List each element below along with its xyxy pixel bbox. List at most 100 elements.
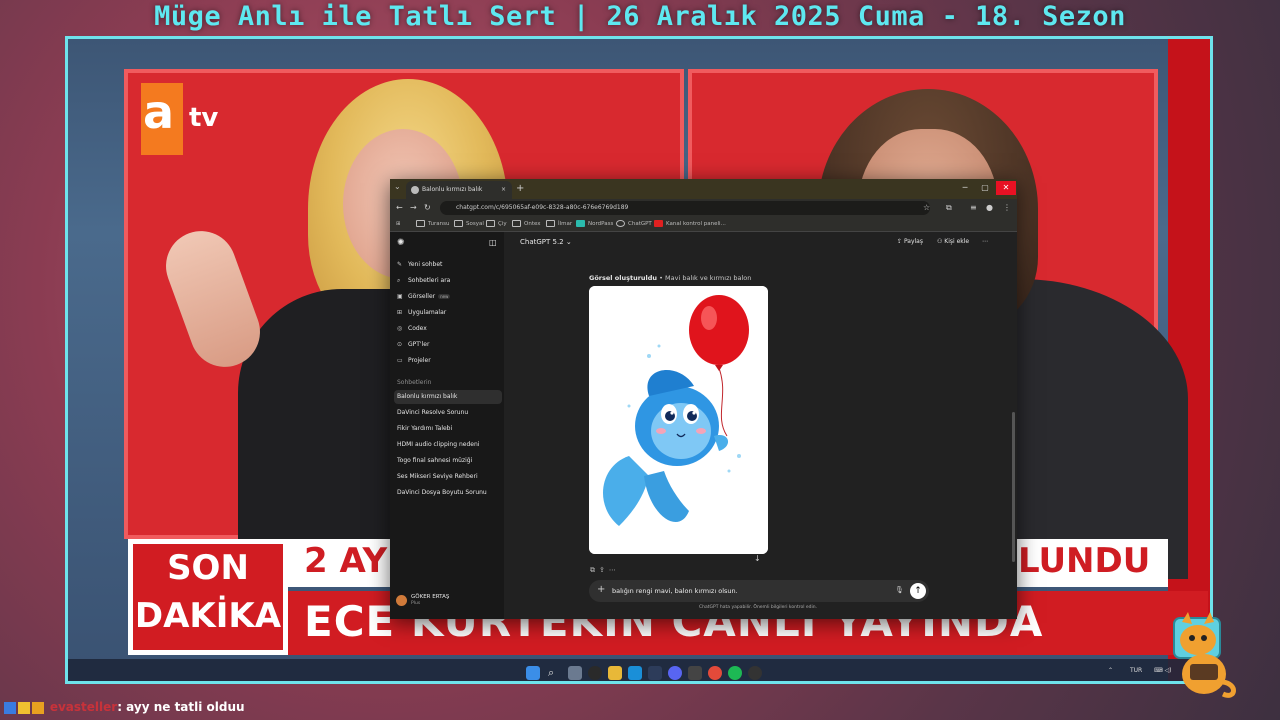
atv-logo: a tv bbox=[141, 83, 218, 155]
browser-tab[interactable]: Balonlu kırmızı balık × bbox=[406, 181, 512, 199]
discord-icon[interactable] bbox=[668, 666, 682, 680]
chat-item[interactable]: Balonlu kırmızı balık bbox=[397, 393, 457, 400]
language-indicator[interactable]: TUR bbox=[1130, 667, 1142, 674]
apps-grid-icon[interactable]: ⊞ bbox=[396, 217, 401, 231]
browser-menu-icon[interactable]: ⋮ bbox=[1003, 201, 1011, 215]
send-button[interactable]: ↑ bbox=[910, 583, 926, 599]
back-icon[interactable]: ← bbox=[396, 201, 403, 215]
mail-icon[interactable] bbox=[628, 666, 642, 680]
headline-top-left: 2 AY bbox=[304, 541, 388, 581]
chat-item[interactable]: DaVinci Resolve Sorunu bbox=[397, 409, 468, 416]
browser-window[interactable]: ⌄ Balonlu kırmızı balık × + ─ ▢ ✕ ← → ↻ … bbox=[390, 179, 1017, 619]
chat-item[interactable]: Fikir Yardımı Talebi bbox=[397, 425, 452, 432]
microphone-icon[interactable]: 🎙 bbox=[895, 586, 904, 594]
minimize-icon[interactable]: ─ bbox=[955, 181, 975, 195]
tab-search-icon[interactable]: ⌄ bbox=[394, 182, 401, 191]
steam-icon[interactable] bbox=[648, 666, 662, 680]
new-tag: new bbox=[438, 294, 451, 299]
close-window-icon[interactable]: ✕ bbox=[996, 181, 1016, 195]
bookmark-folder[interactable]: Turansu bbox=[416, 217, 449, 231]
generated-image[interactable] bbox=[589, 286, 768, 554]
bookmark-chatgpt[interactable]: ChatGPT bbox=[616, 217, 652, 231]
crown-badge-icon bbox=[32, 701, 44, 714]
cat-mascot-illustration bbox=[1173, 612, 1236, 698]
app-icon[interactable] bbox=[688, 666, 702, 680]
address-bar: ← → ↻ chatgpt.com/c/695065af-e09c-8328-a… bbox=[390, 199, 1017, 217]
bookmark-channel-panel[interactable]: Kanal kontrol paneli... bbox=[654, 217, 726, 231]
folder-icon: ▭ bbox=[397, 357, 403, 364]
share-icon[interactable]: ⇪ bbox=[599, 566, 609, 574]
image-actions: ⧉⇪⋯ bbox=[590, 566, 620, 575]
chrome-icon[interactable] bbox=[708, 666, 722, 680]
bookmark-folder[interactable]: Ontex bbox=[512, 217, 541, 231]
start-icon[interactable] bbox=[526, 666, 540, 680]
search-icon: ⌕ bbox=[397, 277, 401, 284]
extensions-icon[interactable]: ⧉ bbox=[946, 201, 952, 215]
url-field[interactable]: chatgpt.com/c/695065af-e09c-8328-a80c-67… bbox=[440, 201, 930, 215]
windows-taskbar: ⌕ ⌃ TUR ⌨ ◁) bbox=[68, 659, 1210, 681]
new-tab-icon[interactable]: + bbox=[516, 181, 524, 197]
chat-scrollbar[interactable] bbox=[1012, 412, 1015, 562]
scroll-down-icon[interactable]: ↓ bbox=[754, 554, 761, 563]
add-person-button[interactable]: ⚇ Kişi ekle bbox=[937, 238, 969, 245]
image-generated-label: Görsel oluşturuldu • Mavi balık ve kırmı… bbox=[589, 274, 752, 282]
copy-icon[interactable]: ⧉ bbox=[590, 566, 599, 574]
spotify-icon[interactable] bbox=[728, 666, 742, 680]
tab-title: Balonlu kırmızı balık bbox=[422, 186, 483, 193]
user-plan: Plus bbox=[411, 601, 421, 606]
search-taskbar-icon[interactable]: ⌕ bbox=[548, 666, 562, 680]
settings-icon[interactable] bbox=[568, 666, 582, 680]
tab-favicon-icon bbox=[411, 186, 419, 194]
bookmark-nordpass[interactable]: NordPass bbox=[576, 217, 613, 231]
breaking-news-badge: SON DAKİKA bbox=[128, 539, 288, 655]
openai-logo-icon[interactable]: ✺ bbox=[397, 238, 405, 248]
file-explorer-icon[interactable] bbox=[608, 666, 622, 680]
model-selector[interactable]: ChatGPT 5.2 ⌄ bbox=[520, 238, 572, 246]
bookmark-folder[interactable]: Çiy bbox=[486, 217, 507, 231]
sidebar-item-images[interactable]: ▣ Görseller new bbox=[397, 293, 451, 300]
chat-username[interactable]: evasteller bbox=[50, 700, 117, 714]
badge-icon bbox=[4, 701, 16, 714]
share-button[interactable]: ⇪ Paylaş bbox=[897, 238, 923, 245]
video-frame: a tv 2 AY LUNDU ECE KÜRTEKİN CANLI YAYIN… bbox=[65, 36, 1213, 684]
gpts-icon: ⊙ bbox=[397, 341, 403, 348]
edit-icon: ✎ bbox=[397, 261, 403, 268]
bookmark-folder[interactable]: İlmar bbox=[546, 217, 572, 231]
media-icon[interactable]: ≡ bbox=[970, 201, 977, 215]
message-composer[interactable]: + balığın rengi mavi, balon kırmızı olsu… bbox=[589, 580, 929, 602]
sidebar-toggle-icon[interactable]: ◫ bbox=[489, 238, 497, 247]
headline-top-right: LUNDU bbox=[1018, 541, 1151, 581]
chat-item[interactable]: DaVinci Dosya Boyutu Sorunu bbox=[397, 489, 487, 496]
sidebar-item-apps[interactable]: ⊞ Uygulamalar bbox=[397, 309, 446, 316]
obs-icon[interactable] bbox=[588, 666, 602, 680]
chat-item[interactable]: HDMI audio clipping nedeni bbox=[397, 441, 479, 448]
sidebar-item-gpts[interactable]: ⊙ GPT'ler bbox=[397, 341, 429, 348]
forward-icon[interactable]: → bbox=[410, 201, 417, 215]
more-options-icon[interactable]: ⋯ bbox=[982, 238, 988, 245]
chat-item[interactable]: Togo final sahnesi müziği bbox=[397, 457, 472, 464]
attach-plus-icon[interactable]: + bbox=[597, 584, 605, 596]
bookmarks-bar: ⊞ Turansu Sosyal Çiy Ontex İlmar NordPas… bbox=[390, 217, 1017, 232]
apps-icon: ⊞ bbox=[397, 309, 403, 316]
tab-close-icon[interactable]: × bbox=[501, 181, 506, 199]
avatar bbox=[396, 595, 407, 606]
sidebar-item-new-chat[interactable]: ✎ Yeni sohbet bbox=[397, 261, 442, 268]
composer-input[interactable]: balığın rengi mavi, balon kırmızı olsun. bbox=[612, 587, 738, 595]
maximize-icon[interactable]: ▢ bbox=[975, 181, 995, 195]
fish-balloon-illustration bbox=[589, 286, 768, 554]
tray-chevron-icon[interactable]: ⌃ bbox=[1108, 667, 1113, 674]
more-icon[interactable]: ⋯ bbox=[609, 566, 620, 574]
atv-logo-a: a bbox=[143, 85, 175, 139]
chat-item[interactable]: Ses Mikseri Seviye Rehberi bbox=[397, 473, 478, 480]
user-name: GÖKER ERTAŞ bbox=[411, 594, 450, 600]
stream-chat-line: evasteller: ayy ne tatli olduu bbox=[4, 697, 245, 717]
bookmark-folder[interactable]: Sosyal bbox=[454, 217, 484, 231]
media-player-icon[interactable] bbox=[748, 666, 762, 680]
sidebar-item-projects[interactable]: ▭ Projeler bbox=[397, 357, 431, 364]
sidebar-item-search[interactable]: ⌕ Sohbetleri ara bbox=[397, 277, 450, 285]
sidebar-item-codex[interactable]: ◎ Codex bbox=[397, 325, 427, 332]
disclaimer-text: ChatGPT hata yapabilir. Önemli bilgileri… bbox=[699, 605, 818, 610]
profile-icon[interactable]: ● bbox=[986, 201, 993, 215]
reload-icon[interactable]: ↻ bbox=[424, 201, 431, 215]
bookmark-star-icon[interactable]: ☆ bbox=[923, 201, 930, 215]
